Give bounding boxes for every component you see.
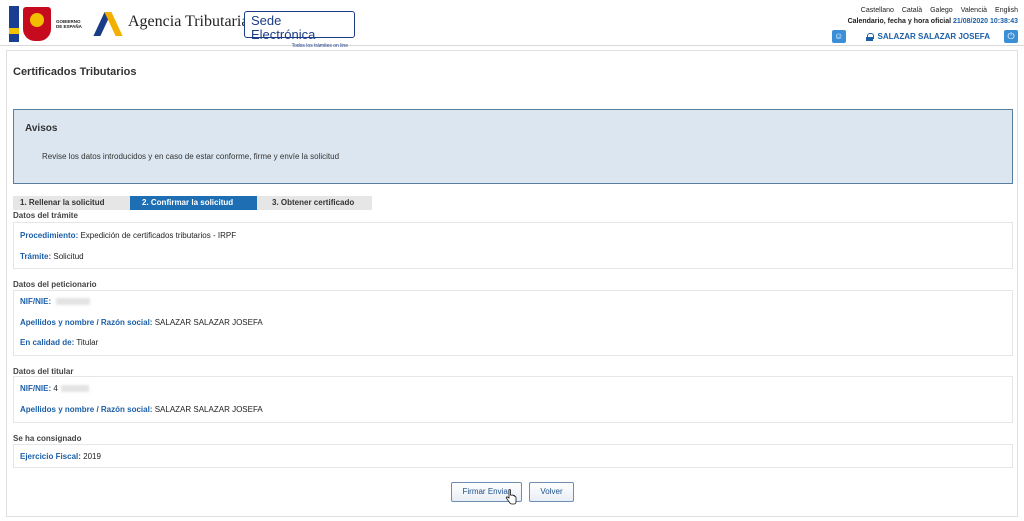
calendar-label: Calendario, fecha y hora oficial (847, 18, 952, 25)
redacted-nif (56, 298, 91, 306)
procedimiento-key: Procedimiento: (20, 231, 79, 240)
section-datos-titular: Datos del titular (13, 367, 74, 376)
step-obtener: 3. Obtener certificado (257, 196, 372, 210)
lock-icon (865, 32, 874, 41)
field-peticionario-nif: NIF/NIE: (20, 297, 91, 306)
titular-box: NIF/NIE: 4 Apellidos y nombre / Razón so… (13, 376, 1013, 423)
titular-nif-prefix: 4 (53, 384, 58, 393)
agencia-tributaria-logo[interactable]: Agencia Tributaria (93, 8, 249, 36)
tramite-value: Solicitud (53, 252, 84, 261)
agency-name: Agencia Tributaria (128, 13, 249, 30)
section-datos-peticionario: Datos del peticionario (13, 280, 97, 289)
consignado-box: Ejercicio Fiscal: 2019 (13, 444, 1013, 468)
section-consignado: Se ha consignado (13, 434, 82, 443)
field-peticionario-nombre: Apellidos y nombre / Razón social: SALAZ… (20, 318, 263, 327)
main-panel: Certificados Tributarios Avisos Revise l… (6, 50, 1018, 517)
procedimiento-value: Expedición de certificados tributarios -… (80, 231, 237, 240)
sede-subtitle: Todos los trámites on line (291, 43, 348, 49)
field-ejercicio: Ejercicio Fiscal: 2019 (20, 452, 101, 461)
ejercicio-key: Ejercicio Fiscal: (20, 452, 81, 461)
field-calidad: En calidad de: Titular (20, 338, 98, 347)
page-title: Certificados Tributarios (13, 66, 137, 78)
field-procedimiento: Procedimiento: Expedición de certificado… (20, 231, 236, 240)
lang-valencia[interactable]: Valencià (961, 7, 987, 14)
gobierno-logo[interactable]: GOBIERNO DE ESPAÑA (9, 5, 91, 43)
avisos-panel: Avisos Revise los datos introducidos y e… (13, 109, 1013, 184)
hand-cursor-icon (505, 489, 517, 505)
calendar-datetime: 21/08/2020 10:38:43 (953, 18, 1018, 25)
field-titular-nombre: Apellidos y nombre / Razón social: SALAZ… (20, 405, 263, 414)
official-calendar[interactable]: Calendario, fecha y hora oficial 21/08/2… (848, 18, 1018, 25)
logout-power-icon[interactable]: ⏻ (1004, 30, 1018, 43)
user-bar: ☺ SALAZAR SALAZAR JOSEFA ⏻ (831, 30, 1018, 43)
peticionario-nombre-value: SALAZAR SALAZAR JOSEFA (154, 318, 263, 327)
lang-catala[interactable]: Català (902, 7, 922, 14)
lang-galego[interactable]: Galego (930, 7, 953, 14)
field-tramite: Trámite: Solicitud (20, 252, 84, 261)
volver-button[interactable]: Volver (529, 482, 574, 502)
field-titular-nif: NIF/NIE: 4 (20, 384, 89, 393)
lang-castellano[interactable]: Castellano (861, 7, 894, 14)
sede-electronica-logo[interactable]: Sede Electrónica Todos los trámites on l… (244, 11, 355, 49)
coat-of-arms-icon (23, 7, 51, 41)
redacted-nif (60, 385, 89, 393)
ejercicio-value: 2019 (83, 452, 101, 461)
tramite-key: Trámite: (20, 252, 52, 261)
aeat-logo-icon (93, 8, 124, 36)
language-selector: Castellano Català Galego Valencià Englis… (861, 7, 1018, 14)
avisos-text: Revise los datos introducidos y en caso … (42, 152, 340, 161)
step-confirmar: 2. Confirmar la solicitud (130, 196, 264, 210)
section-datos-tramite: Datos del trámite (13, 211, 78, 220)
step-rellenar: 1. Rellenar la solicitud (13, 196, 130, 210)
peticionario-nombre-key: Apellidos y nombre / Razón social: (20, 318, 153, 327)
lang-english[interactable]: English (995, 7, 1018, 14)
peticionario-nif-key: NIF/NIE: (20, 297, 52, 306)
titular-nombre-key: Apellidos y nombre / Razón social: (20, 405, 153, 414)
site-header: GOBIERNO DE ESPAÑA Agencia Tributaria Se… (0, 0, 1024, 49)
gov-logo-text: GOBIERNO DE ESPAÑA (56, 18, 82, 30)
user-session[interactable]: SALAZAR SALAZAR JOSEFA (865, 32, 990, 41)
tramite-box: Procedimiento: Expedición de certificado… (13, 222, 1013, 269)
titular-nombre-value: SALAZAR SALAZAR JOSEFA (154, 405, 263, 414)
avisos-title: Avisos (25, 123, 58, 134)
sede-title: Sede Electrónica (251, 13, 316, 42)
titular-nif-key: NIF/NIE: (20, 384, 52, 393)
calidad-value: Titular (76, 338, 99, 347)
gov-color-bars (9, 6, 19, 42)
user-name: SALAZAR SALAZAR JOSEFA (877, 32, 990, 41)
user-profile-icon[interactable]: ☺ (831, 30, 846, 43)
calidad-key: En calidad de: (20, 338, 75, 347)
peticionario-box: NIF/NIE: Apellidos y nombre / Razón soci… (13, 290, 1013, 356)
wizard-steps: 1. Rellenar la solicitud 2. Confirmar la… (13, 196, 372, 210)
